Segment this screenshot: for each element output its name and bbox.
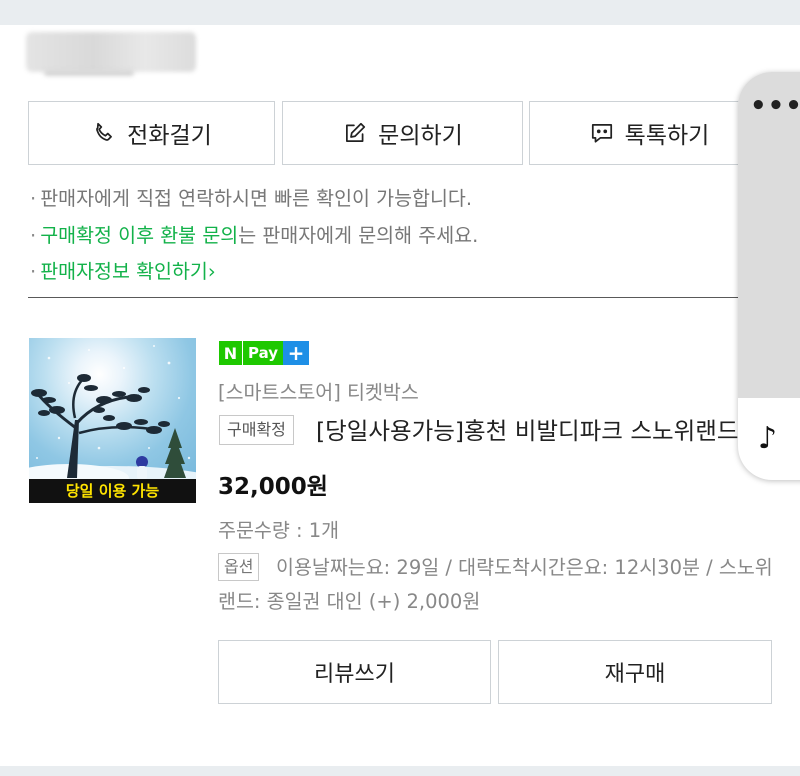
phone-icon (96, 122, 113, 141)
product-price: 32,000원 (218, 474, 328, 500)
store-name[interactable]: [스마트스토어] 티켓박스 (218, 376, 419, 405)
notice-contact-seller: · 판매자에게 직접 연락하시면 빠른 확인이 가능합니다. (30, 182, 472, 211)
purchase-confirmed-badge: 구매확정 (219, 415, 294, 445)
call-label: 전화걸기 (127, 123, 212, 149)
bullet: · (30, 224, 37, 247)
section-divider (28, 297, 770, 298)
talktalk-button[interactable]: 톡톡하기 (529, 101, 769, 165)
more-icon[interactable]: ••• (750, 93, 800, 119)
thumbnail-caption: 당일 이용 가능 (29, 479, 196, 503)
inquiry-label: 문의하기 (378, 123, 463, 149)
notice-refund: · 구매확정 이후 환불 문의는 판매자에게 문의해 주세요. (30, 219, 478, 248)
seller-name-blur-trace (44, 70, 134, 76)
floating-side-panel[interactable]: ••• ♪ (738, 72, 800, 480)
notice-line-2: 는 판매자에게 문의해 주세요. (238, 224, 479, 247)
chat-icon (591, 124, 612, 143)
npay-plus-badge: N Pay + (219, 341, 309, 365)
top-separator (0, 0, 800, 25)
seller-name-blurred (26, 32, 196, 72)
inquiry-button[interactable]: 문의하기 (282, 101, 523, 165)
product-title-container[interactable]: [당일사용가능]홍천 비발디파크 스노위랜드 (316, 412, 741, 446)
call-button[interactable]: 전화걸기 (28, 101, 275, 165)
edit-icon (346, 122, 366, 142)
npay-text: Pay (243, 341, 283, 365)
npay-n-logo: N (219, 341, 243, 365)
plus-icon: + (283, 341, 309, 365)
refund-inquiry-highlight: 구매확정 이후 환불 문의 (40, 224, 239, 247)
notice-line-1: 판매자에게 직접 연락하시면 빠른 확인이 가능합니다. (40, 187, 473, 210)
seller-info-link[interactable]: · 판매자정보 확인하기› (30, 255, 216, 284)
bullet: · (30, 260, 37, 283)
talktalk-label: 톡톡하기 (624, 123, 710, 149)
order-quantity: 주문수량 : 1개 (218, 519, 340, 542)
chevron-right-icon: › (207, 260, 216, 283)
bottom-separator (0, 766, 800, 776)
write-review-button[interactable]: 리뷰쓰기 (218, 640, 491, 704)
bullet: · (30, 187, 37, 210)
product-thumbnail[interactable]: 당일 이용 가능 (29, 338, 196, 503)
product-title: [당일사용가능]홍천 비발디파크 스노위랜드 (316, 417, 739, 445)
music-note-icon[interactable]: ♪ (758, 424, 777, 454)
seller-info-label: 판매자정보 확인하기 (40, 260, 208, 283)
option-details: 이용날짜는요: 29일 / 대략도착시간은요: 12시30분 / 스노위랜드: … (218, 556, 773, 613)
rebuy-button[interactable]: 재구매 (498, 640, 772, 704)
